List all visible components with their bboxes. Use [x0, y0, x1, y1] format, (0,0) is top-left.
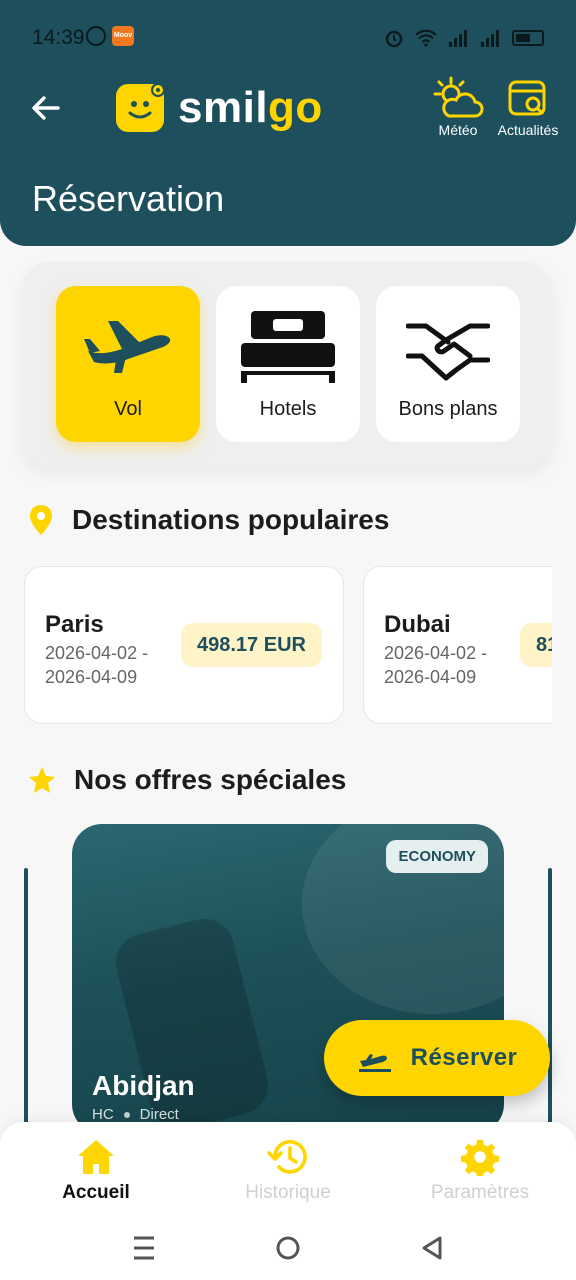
back-arrow-icon[interactable] [28, 90, 64, 126]
takeoff-icon [358, 1054, 391, 1072]
logo-face-icon [116, 83, 165, 132]
battery-icon [512, 30, 544, 46]
recents-icon[interactable] [132, 1234, 156, 1262]
history-icon [267, 1140, 307, 1174]
actualites-label: Actualités [497, 122, 559, 138]
smilgo-logo: smilgo [116, 83, 323, 132]
destinations-carousel[interactable]: Paris 2026-04-02 - 2026-04-09 498.17 EUR… [24, 566, 552, 724]
nav-accueil[interactable]: Accueil [16, 1138, 176, 1204]
star-icon [29, 767, 55, 793]
location-pin-icon [30, 505, 52, 535]
logo-text: smilgo [178, 84, 323, 132]
destination-card-paris[interactable]: Paris 2026-04-02 - 2026-04-09 498.17 EUR [24, 566, 344, 724]
back-triangle-icon[interactable] [420, 1234, 444, 1262]
offer-code: HC [92, 1106, 114, 1123]
category-panel: Vol Hotels Bons plans [22, 262, 552, 468]
destination-city: Dubai [384, 611, 451, 638]
logo-text-b: go [268, 83, 323, 132]
destination-card-dubai[interactable]: Dubai 2026-04-02 - 2026-04-09 81 [363, 566, 552, 724]
alarm-icon [385, 30, 403, 48]
status-time: 14:39 [32, 26, 85, 49]
weather-icon [433, 76, 484, 118]
separator-dot [123, 1111, 130, 1118]
nav-historique[interactable]: Historique [208, 1138, 368, 1204]
category-vol[interactable]: Vol [56, 286, 200, 442]
wifi-icon [415, 29, 437, 47]
destination-dates: 2026-04-02 - 2026-04-09 [384, 643, 488, 687]
offer-city: Abidjan [92, 1070, 195, 1101]
nav-label: Historique [245, 1182, 331, 1203]
reserve-button[interactable]: Réserver [324, 1020, 550, 1096]
app-header: 14:39 Moov smilgo Météo Actualités Réser… [0, 0, 576, 246]
offers-title: Nos offres spéciales [74, 764, 347, 795]
status-bar: 14:39 Moov [0, 0, 576, 76]
home-circle-icon[interactable] [276, 1234, 300, 1262]
destination-dates: 2026-04-02 - 2026-04-09 [45, 643, 149, 687]
nav-label: Accueil [62, 1182, 130, 1203]
offers-heading: Nos offres spéciales [28, 764, 346, 796]
actualites-button[interactable]: Actualités [488, 76, 568, 138]
page-title: Réservation [32, 178, 225, 219]
reserve-label: Réserver [410, 1044, 518, 1071]
meteo-button[interactable]: Météo [418, 76, 498, 138]
whatsapp-icon [86, 26, 106, 46]
destination-city: Paris [45, 611, 104, 638]
offer-card-prev-edge[interactable] [24, 868, 28, 1128]
offer-meta: HC Direct [92, 1106, 179, 1123]
news-calendar-icon [508, 80, 546, 116]
meteo-label: Météo [438, 122, 478, 138]
nav-parametres[interactable]: Paramètres [400, 1138, 560, 1204]
category-hotels[interactable]: Hotels [216, 286, 360, 442]
destination-price: 498.17 EUR [181, 623, 322, 667]
logo-text-a: smil [178, 83, 269, 132]
category-label: Hotels [259, 398, 317, 420]
status-left-icons: Moov [86, 26, 134, 46]
category-bons-plans[interactable]: Bons plans [376, 286, 520, 442]
settings-icon [461, 1139, 499, 1176]
bed-icon [241, 311, 335, 383]
class-badge: ECONOMY [386, 840, 488, 873]
category-label: Vol [114, 398, 142, 420]
airplane-icon [84, 321, 171, 373]
status-right-icons [384, 28, 544, 48]
handshake-icon [406, 323, 490, 381]
system-navigation-bar [0, 1226, 576, 1280]
destinations-title: Destinations populaires [72, 504, 390, 535]
home-icon [78, 1140, 114, 1174]
offer-type: Direct [139, 1106, 179, 1123]
signal-4g-icon-2 [481, 30, 499, 47]
destination-price: 81 [520, 623, 552, 667]
offer-card-next-edge[interactable] [548, 868, 552, 1128]
signal-4g-icon [449, 30, 467, 47]
moov-app-icon: Moov [112, 26, 134, 46]
nav-label: Paramètres [430, 1182, 530, 1203]
category-label: Bons plans [398, 398, 498, 420]
destinations-heading: Destinations populaires [28, 504, 389, 536]
